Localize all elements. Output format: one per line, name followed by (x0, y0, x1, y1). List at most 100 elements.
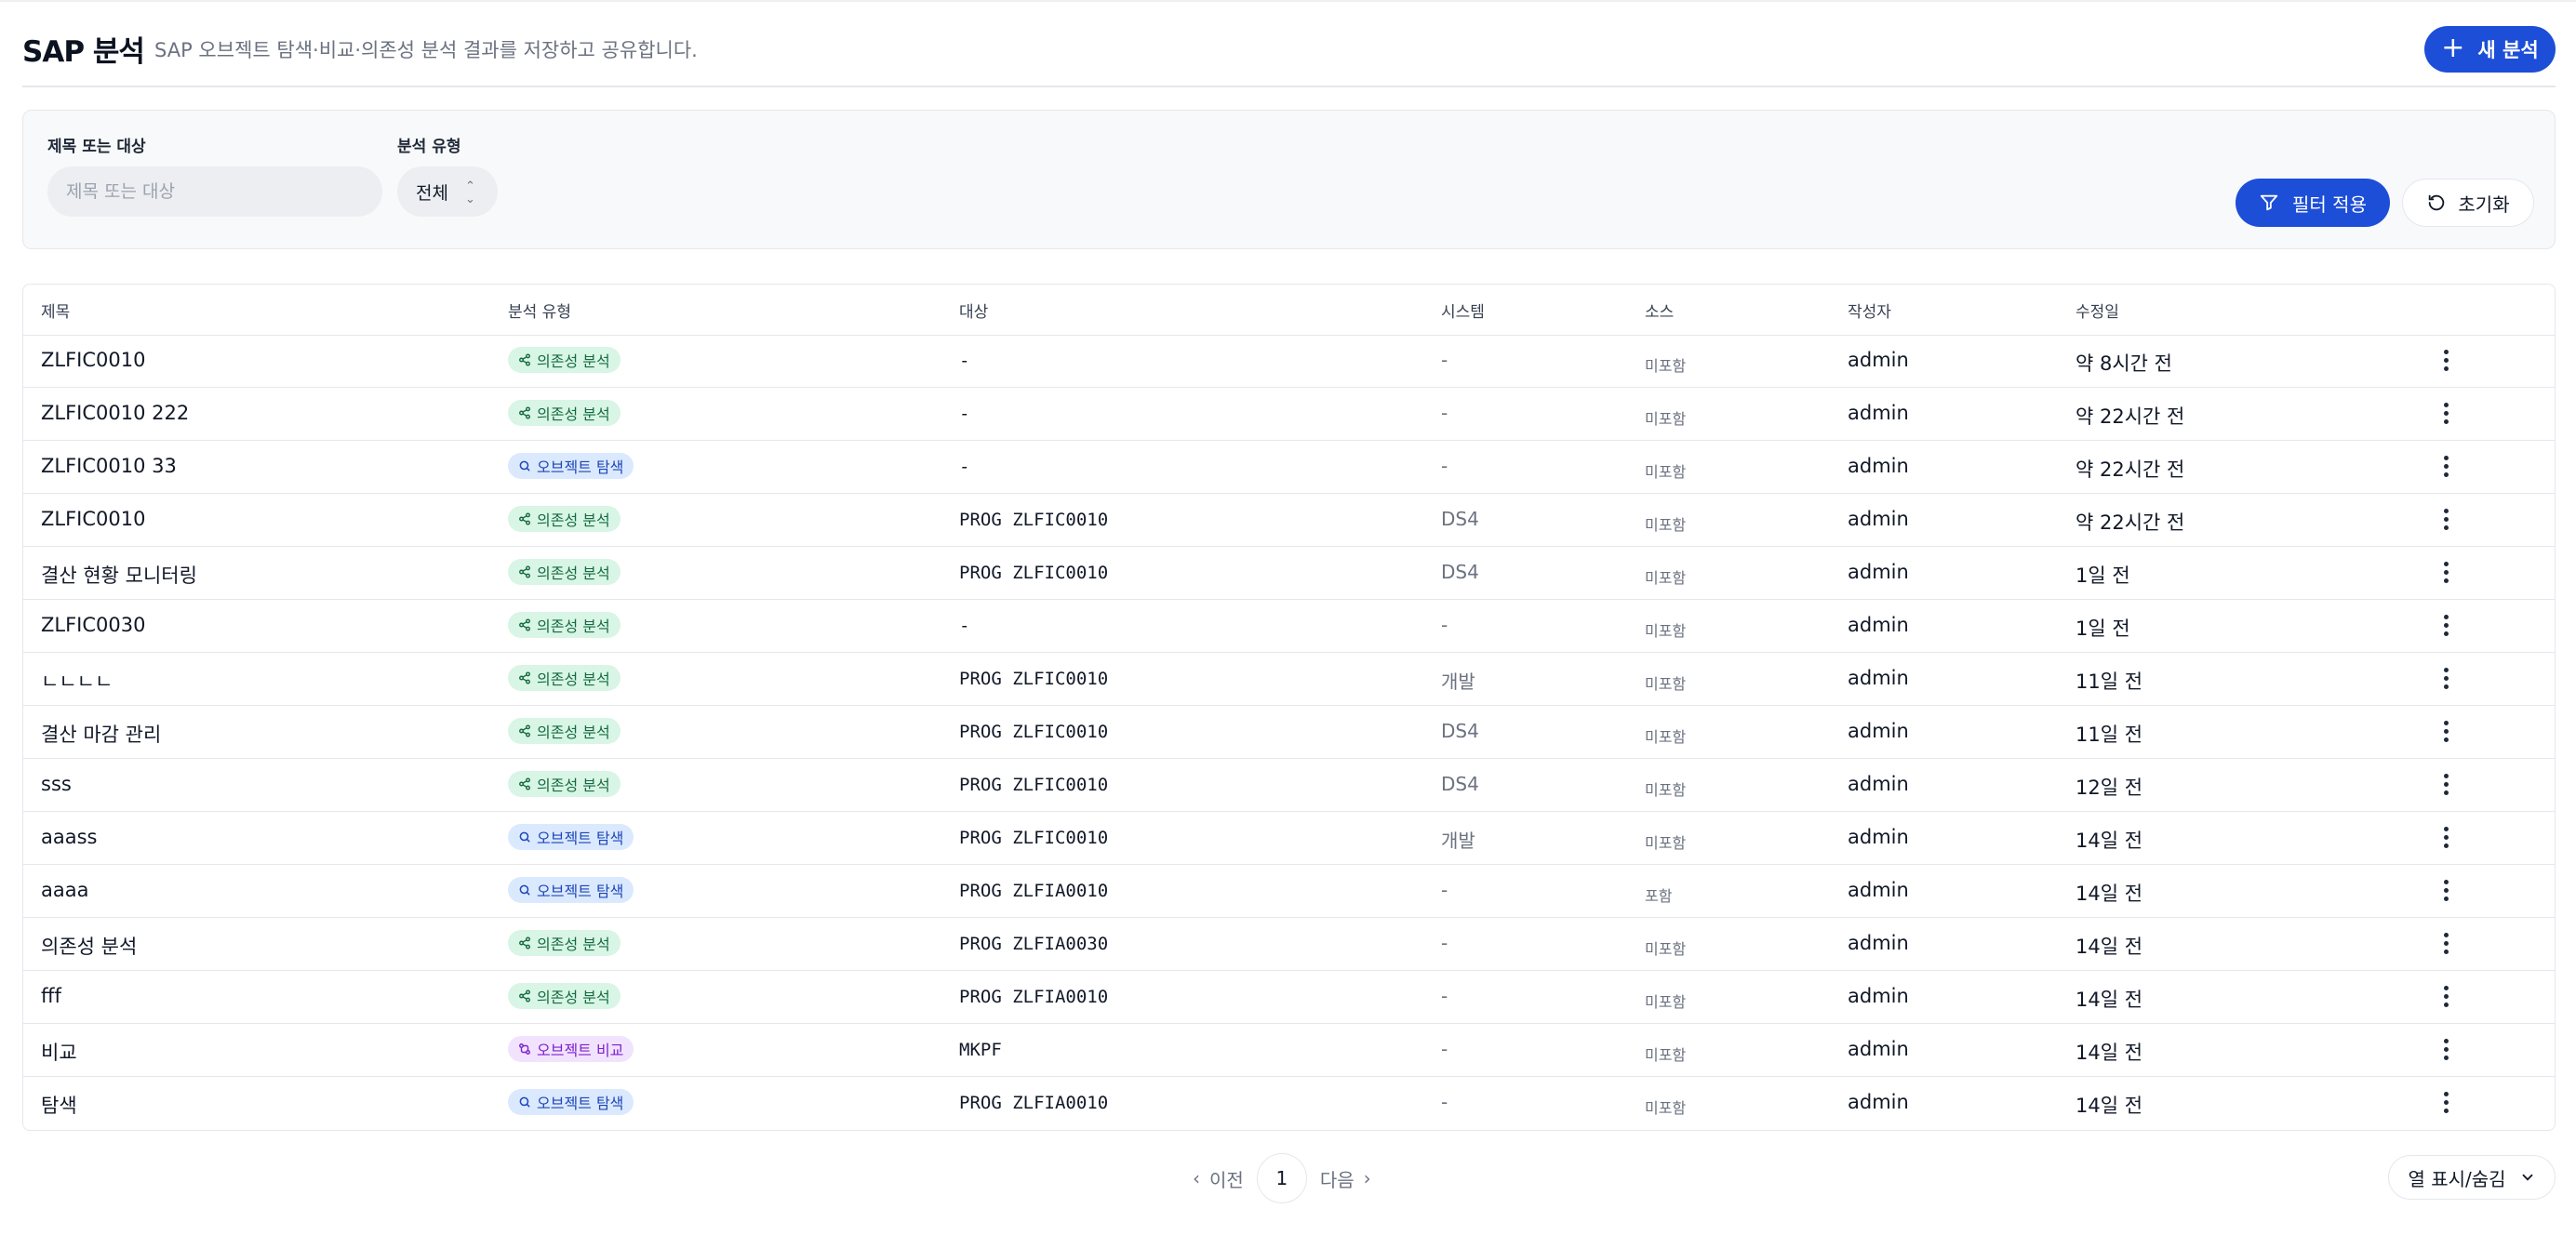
col-modified[interactable]: 수정일 (2075, 299, 2119, 322)
more-vertical-icon[interactable] (2435, 346, 2457, 374)
row-system: - (1441, 932, 1448, 954)
analysis-type-badge: 의존성 분석 (508, 718, 621, 744)
table-row[interactable]: 탐색 오브젝트 탐색 PROG ZLFIA0010 - 미포함 admin 14일 전 (23, 1077, 2555, 1130)
table-row[interactable]: sss 의존성 분석 PROG ZLFIC0010 DS4 미포함 admin 12일 전 (23, 759, 2555, 812)
badge-label: 의존성 분석 (537, 352, 610, 370)
row-title[interactable]: ZLFIC0010 222 (41, 402, 189, 424)
table-row[interactable]: 결산 현황 모니터링 의존성 분석 PROG ZLFIC0010 DS4 미포함 admi… (23, 547, 2555, 600)
row-type: 의존성 분석 (508, 665, 621, 691)
row-author: admin (1848, 349, 1909, 371)
apply-filter-button[interactable]: 필터 적용 (2236, 179, 2390, 227)
page-number-button[interactable]: 1 (1256, 1153, 1307, 1203)
table-row[interactable]: aaass 오브젝트 탐색 PROG ZLFIC0010 개발 미포함 admin 14일 … (23, 812, 2555, 865)
row-system: - (1441, 1091, 1448, 1113)
col-type[interactable]: 분석 유형 (508, 299, 571, 322)
row-title[interactable]: ZLFIC0010 33 (41, 455, 177, 477)
table-row[interactable]: ZLFIC0010 222 의존성 분석 - - 미포함 admin 약 22시간 전 (23, 388, 2555, 441)
filter-panel: 제목 또는 대상 분석 유형 전체 ⌃⌃ 필터 적용 초기화 (22, 110, 2556, 249)
row-source: 미포함 (1645, 357, 1687, 375)
row-source: 미포함 (1645, 569, 1687, 587)
row-title[interactable]: 결산 마감 관리 (41, 720, 161, 748)
table-row[interactable]: 비교 오브젝트 비교 MKPF - 미포함 admin 14일 전 (23, 1024, 2555, 1077)
analysis-type-badge: 오브젝트 탐색 (508, 824, 634, 850)
table-row[interactable]: ZLFIC0010 의존성 분석 - - 미포함 admin 약 8시간 전 (23, 335, 2555, 388)
col-author[interactable]: 작성자 (1848, 299, 1891, 322)
row-system: DS4 (1441, 720, 1479, 742)
compare-icon (518, 1042, 531, 1056)
title-filter-input[interactable] (47, 166, 382, 217)
share-nodes-icon (518, 565, 531, 578)
search-icon (518, 459, 531, 472)
type-filter-select[interactable]: 전체 ⌃ ⌃ (397, 166, 498, 217)
badge-label: 오브젝트 탐색 (537, 830, 624, 847)
table-row[interactable]: ZLFIC0030 의존성 분석 - - 미포함 admin 1일 전 (23, 600, 2555, 653)
share-nodes-icon (518, 671, 531, 684)
reset-filter-label: 초기화 (2458, 193, 2510, 216)
row-title[interactable]: ZLFIC0010 (41, 349, 145, 371)
row-title[interactable]: 결산 현황 모니터링 (41, 561, 197, 589)
col-system[interactable]: 시스템 (1441, 299, 1485, 322)
chevron-down-icon (2522, 1174, 2532, 1181)
badge-label: 의존성 분석 (537, 618, 610, 635)
row-title[interactable]: ZLFIC0030 (41, 614, 145, 636)
more-vertical-icon[interactable] (2435, 770, 2457, 798)
more-vertical-icon[interactable] (2435, 1088, 2457, 1116)
analysis-type-badge: 오브젝트 탐색 (508, 877, 634, 903)
row-title[interactable]: ㄴㄴㄴㄴ (41, 667, 113, 695)
table-row[interactable]: 결산 마감 관리 의존성 분석 PROG ZLFIC0010 DS4 미포함 admin 1… (23, 706, 2555, 759)
row-target: PROG ZLFIC0010 (959, 563, 1109, 583)
row-author: admin (1848, 1038, 1909, 1060)
row-title[interactable]: ZLFIC0010 (41, 508, 145, 530)
row-title[interactable]: fff (41, 985, 61, 1007)
new-analysis-button[interactable]: + 새 분석 (2424, 26, 2556, 73)
badge-label: 의존성 분석 (537, 936, 610, 953)
badge-label: 의존성 분석 (537, 511, 610, 529)
col-title[interactable]: 제목 (41, 299, 70, 322)
more-vertical-icon[interactable] (2435, 452, 2457, 480)
more-vertical-icon[interactable] (2435, 982, 2457, 1010)
more-vertical-icon[interactable] (2435, 1035, 2457, 1063)
row-type: 오브젝트 탐색 (508, 824, 634, 850)
more-vertical-icon[interactable] (2435, 611, 2457, 639)
column-toggle-button[interactable]: 열 표시/숨김 (2388, 1155, 2556, 1200)
next-page-button[interactable]: 다음 › (1307, 1165, 1384, 1192)
col-target[interactable]: 대상 (959, 299, 988, 322)
analysis-type-badge: 오브젝트 비교 (508, 1036, 634, 1062)
share-nodes-icon (518, 724, 531, 737)
table-row[interactable]: aaaa 오브젝트 탐색 PROG ZLFIA0010 - 포함 admin 14일 전 (23, 865, 2555, 918)
more-vertical-icon[interactable] (2435, 664, 2457, 692)
share-nodes-icon (518, 353, 531, 366)
more-vertical-icon[interactable] (2435, 929, 2457, 957)
table-row[interactable]: ㄴㄴㄴㄴ 의존성 분석 PROG ZLFIC0010 개발 미포함 admin 11일 전 (23, 653, 2555, 706)
analysis-type-badge: 의존성 분석 (508, 347, 621, 373)
more-vertical-icon[interactable] (2435, 717, 2457, 745)
more-vertical-icon[interactable] (2435, 505, 2457, 533)
more-vertical-icon[interactable] (2435, 558, 2457, 586)
col-source[interactable]: 소스 (1645, 299, 1674, 322)
row-type: 오브젝트 탐색 (508, 877, 634, 903)
table-row[interactable]: fff 의존성 분석 PROG ZLFIA0010 - 미포함 admin 14일 전 (23, 971, 2555, 1024)
row-modified: 14일 전 (2075, 1042, 2143, 1064)
row-modified: 14일 전 (2075, 936, 2143, 958)
page-subtitle: SAP 오브젝트 탐색·비교·의존성 분석 결과를 저장하고 공유합니다. (154, 39, 698, 61)
more-vertical-icon[interactable] (2435, 399, 2457, 427)
analysis-type-badge: 의존성 분석 (508, 983, 621, 1009)
analysis-type-badge: 의존성 분석 (508, 400, 621, 426)
row-title[interactable]: 비교 (41, 1038, 77, 1066)
table-row[interactable]: 의존성 분석 의존성 분석 PROG ZLFIA0030 - 미포함 admin 14일 전 (23, 918, 2555, 971)
row-title[interactable]: aaaa (41, 879, 88, 901)
table-row[interactable]: ZLFIC0010 의존성 분석 PROG ZLFIC0010 DS4 미포함 admin… (23, 494, 2555, 547)
prev-page-label: 이전 (1209, 1168, 1244, 1191)
reset-filter-button[interactable]: 초기화 (2402, 179, 2534, 227)
prev-page-button[interactable]: ‹ 이전 (1180, 1165, 1257, 1192)
row-title[interactable]: 의존성 분석 (41, 932, 137, 960)
more-vertical-icon[interactable] (2435, 876, 2457, 904)
search-icon (518, 1096, 531, 1109)
table-row[interactable]: ZLFIC0010 33 오브젝트 탐색 - - 미포함 admin 약 22시간 전 (23, 441, 2555, 494)
more-vertical-icon[interactable] (2435, 823, 2457, 851)
row-title[interactable]: 탐색 (41, 1091, 77, 1119)
row-title[interactable]: aaass (41, 826, 98, 848)
row-title[interactable]: sss (41, 773, 72, 795)
badge-label: 의존성 분석 (537, 671, 610, 688)
row-author: admin (1848, 932, 1909, 954)
